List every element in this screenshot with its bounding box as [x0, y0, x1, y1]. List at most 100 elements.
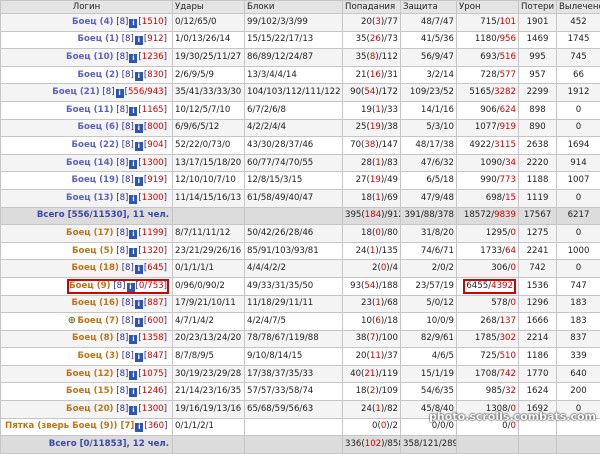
- damage-cell: 1785/302: [457, 330, 519, 348]
- table-row: Боец (17) [8]i[1199]8/7/11/11/1250/42/26…: [1, 225, 600, 243]
- damage-cell: 1708/742: [457, 365, 519, 383]
- info-icon[interactable]: i: [129, 388, 137, 397]
- hits-landed-total: 37: [387, 351, 398, 361]
- player-name-link[interactable]: Боец (4): [72, 17, 113, 27]
- player-login: Боец (13) [8]i[1300]: [64, 191, 169, 206]
- player-name-link[interactable]: Боец (19): [71, 175, 118, 185]
- total-empty: [245, 207, 343, 225]
- player-name-link[interactable]: Боец (21): [52, 87, 99, 97]
- defense-cell: 48/7/47: [401, 14, 457, 32]
- player-hp: 830: [147, 70, 163, 80]
- header-blocks[interactable]: Блоки: [245, 1, 343, 14]
- info-icon[interactable]: i: [129, 54, 137, 63]
- header-defense[interactable]: Защита: [401, 1, 457, 14]
- info-icon[interactable]: i: [129, 195, 137, 204]
- header-damage[interactable]: Урон: [457, 1, 519, 14]
- table-row: Боец (2) [8]i[830]2/6/9/5/913/3/4/4/1421…: [1, 66, 600, 84]
- header-row: Логин Удары Блоки Попадания Защита Урон …: [1, 1, 600, 14]
- player-name-link[interactable]: Боец (17): [66, 228, 113, 238]
- header-hits-landed[interactable]: Попадания: [343, 1, 401, 14]
- player-name-link[interactable]: Боец (9): [69, 281, 110, 291]
- player-login-cell: Боец (14) [8]i[1300]: [1, 154, 173, 172]
- blocks-cell: 65/68/59/56/63: [245, 401, 343, 419]
- info-icon[interactable]: i: [135, 318, 143, 327]
- total-damage: 18572/9839: [457, 207, 519, 225]
- info-icon[interactable]: i: [129, 19, 137, 28]
- hits-landed-value: 19: [361, 105, 372, 115]
- player-hp: 1165: [142, 105, 164, 115]
- info-icon[interactable]: i: [135, 36, 143, 45]
- info-icon[interactable]: i: [127, 283, 135, 292]
- info-icon[interactable]: i: [135, 265, 143, 274]
- damage-value: 693: [480, 52, 496, 62]
- blocks-cell: 61/58/49/40/47: [245, 189, 343, 207]
- info-icon[interactable]: i: [135, 142, 143, 151]
- hits-cell: 19/30/25/11/27: [173, 49, 245, 67]
- damage-value-wrap: 906/624: [480, 105, 516, 115]
- info-icon[interactable]: i: [135, 72, 143, 81]
- player-login: Боец (4) [8]i[1510]: [70, 15, 169, 30]
- header-hits[interactable]: Удары: [173, 1, 245, 14]
- hits-landed-value: 2: [372, 263, 377, 273]
- player-name-link[interactable]: Боец (3): [77, 351, 118, 361]
- info-icon[interactable]: i: [129, 107, 137, 116]
- hits-landed-total: 109: [382, 386, 398, 396]
- player-name-link[interactable]: Боец (5): [72, 246, 113, 256]
- info-icon[interactable]: i: [135, 423, 143, 432]
- table-row: Боец (10) [8]i[1236]19/30/25/11/2786/89/…: [1, 49, 600, 67]
- info-icon[interactable]: i: [135, 177, 143, 186]
- player-name-link[interactable]: Боец (16): [71, 298, 118, 308]
- defense-cell: 2/0/2: [401, 260, 457, 278]
- hits-cell: 21/14/23/16/35: [173, 383, 245, 401]
- table-row: Боец (13) [8]i[1300]11/14/15/16/1361/58/…: [1, 189, 600, 207]
- player-name-link[interactable]: Боец (15): [66, 386, 113, 396]
- player-name-link[interactable]: Боец (6): [77, 122, 118, 132]
- player-name-link[interactable]: Боец (11): [66, 105, 113, 115]
- info-icon[interactable]: i: [129, 335, 137, 344]
- hits-landed-cell: 35(8)/112: [343, 49, 401, 67]
- damage-value: 906: [480, 105, 496, 115]
- hits-cell: 30/19/23/29/28: [173, 365, 245, 383]
- header-healed[interactable]: Вылечено: [557, 1, 600, 14]
- info-icon[interactable]: i: [129, 160, 137, 169]
- healed-cell: 0: [557, 101, 600, 119]
- defense-cell: 47/6/32: [401, 154, 457, 172]
- header-losses[interactable]: Потери: [519, 1, 557, 14]
- player-login: Боец (8) [8]i[1358]: [70, 331, 169, 346]
- info-icon[interactable]: i: [135, 300, 143, 309]
- info-icon[interactable]: i: [129, 406, 137, 415]
- player-level: 8: [125, 298, 130, 308]
- hits-landed-total: 68: [387, 298, 398, 308]
- damage-value-wrap: 728/577: [480, 70, 516, 80]
- hits-landed-value: 10: [361, 316, 372, 326]
- damage-cell: 1090/34: [457, 154, 519, 172]
- info-icon[interactable]: i: [135, 124, 143, 133]
- player-name-link[interactable]: Боец (2): [77, 70, 118, 80]
- player-name-link[interactable]: Боец (22): [71, 140, 118, 150]
- hits-landed-crit: 1: [375, 193, 380, 203]
- damage-value: 715: [480, 17, 496, 27]
- player-name-link[interactable]: Боец (7): [77, 316, 118, 326]
- info-icon[interactable]: i: [129, 371, 137, 380]
- losses-cell: 2638: [519, 137, 557, 155]
- info-icon[interactable]: i: [129, 230, 137, 239]
- info-icon[interactable]: i: [129, 248, 137, 257]
- player-name-link[interactable]: Боец (1): [77, 34, 118, 44]
- damage-value-wrap: 4922/3115: [469, 140, 516, 150]
- player-name-link[interactable]: Боец (14): [66, 158, 113, 168]
- player-level: 8: [125, 122, 130, 132]
- hits-cell: 13/17/15/18/20: [173, 154, 245, 172]
- player-name-link[interactable]: Боец (20): [66, 404, 113, 414]
- player-name-link[interactable]: Боец (18): [71, 263, 118, 273]
- player-hp: 800: [147, 122, 163, 132]
- healed-cell: 183: [557, 313, 600, 331]
- blocks-cell: [245, 418, 343, 436]
- player-name-link[interactable]: Боец (8): [72, 333, 113, 343]
- losses-cell: 1186: [519, 348, 557, 366]
- player-name-link[interactable]: Боец (12): [66, 369, 113, 379]
- header-login[interactable]: Логин: [1, 1, 173, 14]
- info-icon[interactable]: i: [116, 89, 124, 98]
- info-icon[interactable]: i: [135, 353, 143, 362]
- player-name-link[interactable]: Боец (13): [66, 193, 113, 203]
- player-name-link[interactable]: Боец (10): [66, 52, 113, 62]
